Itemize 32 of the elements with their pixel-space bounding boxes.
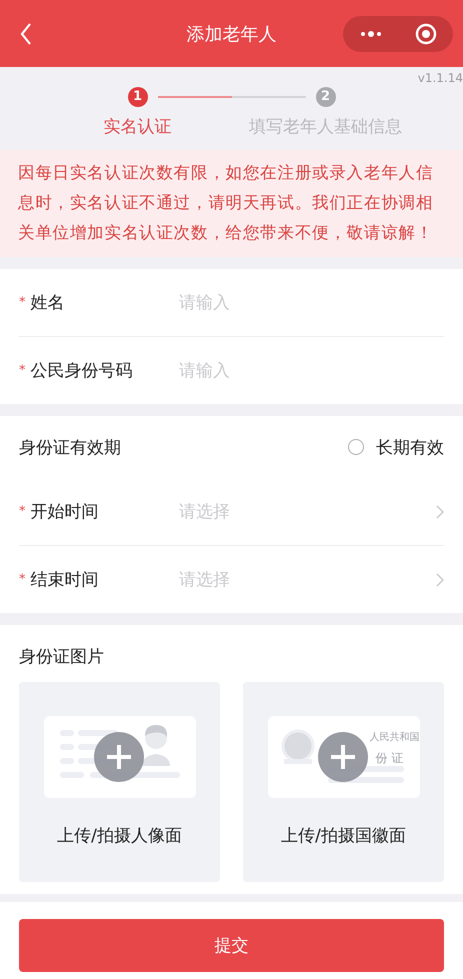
card-title-text: 人民共和国 xyxy=(370,730,420,744)
submit-button[interactable]: 提交 xyxy=(19,918,444,972)
section-title: 身份证图片 xyxy=(19,646,105,669)
section-title: 身份证有效期 xyxy=(19,436,121,458)
version-label: v1.1.14 xyxy=(418,71,463,85)
close-icon[interactable] xyxy=(414,22,436,44)
field-label: 姓名 xyxy=(30,292,64,314)
notice-text: 因每日实名认证次数有限，如您在注册或录入老年人信息时，实名认证不通过，请明天再试。我们正在协调相关单位增加实名认证次数，给您带来不便，敬请谅解！ xyxy=(0,150,463,257)
chevron-icon xyxy=(436,504,444,518)
field-label: 公民身份号码 xyxy=(30,360,132,382)
add-icon xyxy=(94,732,144,782)
back-icon[interactable] xyxy=(19,22,33,46)
upload-card[interactable]: 人民共和国 份证 上传/拍摄国徽面 xyxy=(243,682,444,882)
person-icon xyxy=(142,725,170,766)
required-mark: * xyxy=(19,295,26,310)
required-mark: * xyxy=(19,572,26,587)
step-number: 1 xyxy=(128,87,148,107)
field-label: 开始时间 xyxy=(30,501,98,523)
required-mark: * xyxy=(19,363,26,378)
step-number: 2 xyxy=(316,87,336,107)
field-label: 结束时间 xyxy=(30,569,98,591)
chevron-icon xyxy=(436,572,444,586)
upload-card[interactable]: 上传/拍摄人像面 xyxy=(19,682,220,882)
radio-option[interactable]: 长期有效 xyxy=(348,436,444,458)
emblem-icon xyxy=(281,730,314,764)
card-name-text: 份证 xyxy=(376,750,408,767)
more-icon[interactable] xyxy=(360,30,382,38)
page-title: 添加老年人 xyxy=(186,22,278,46)
step-label: 填写老年人基础信息 xyxy=(249,116,402,138)
step-label: 实名认证 xyxy=(104,116,172,138)
required-mark: * xyxy=(19,504,26,519)
add-icon xyxy=(318,732,368,782)
